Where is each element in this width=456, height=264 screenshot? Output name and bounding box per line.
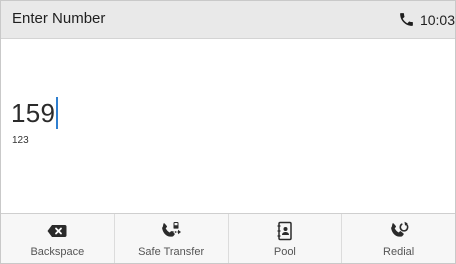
safe-transfer-label: Safe Transfer: [138, 246, 205, 258]
redial-icon: [390, 221, 409, 237]
phone-screen: Enter Number 10:03 159 123 Backspace Saf…: [0, 0, 456, 264]
pool-label: Pool: [273, 246, 296, 258]
redial-button[interactable]: Redial: [342, 214, 455, 263]
backspace-button[interactable]: Backspace: [1, 214, 115, 263]
backspace-label: Backspace: [30, 246, 85, 258]
number-input[interactable]: 159: [11, 96, 59, 130]
phone-icon: [400, 13, 413, 26]
pool-icon: [277, 221, 292, 241]
softkey-bar: Backspace Safe Transfer Pool Redial: [1, 213, 455, 263]
text-cursor: [56, 97, 59, 129]
number-entry-area[interactable]: 159 123: [1, 39, 455, 213]
page-title: Enter Number: [12, 10, 106, 27]
status-area: 10:03: [398, 1, 455, 38]
safe-transfer-icon: [162, 222, 182, 237]
title-bar: Enter Number 10:03: [1, 1, 455, 39]
clock: 10:03: [419, 11, 455, 28]
dialed-number: 159: [11, 98, 56, 128]
safe-transfer-button[interactable]: Safe Transfer: [115, 214, 229, 263]
input-mode-indicator: 123: [12, 135, 29, 146]
pool-button[interactable]: Pool: [229, 214, 343, 263]
redial-label: Redial: [383, 246, 415, 258]
backspace-icon: [47, 225, 67, 237]
